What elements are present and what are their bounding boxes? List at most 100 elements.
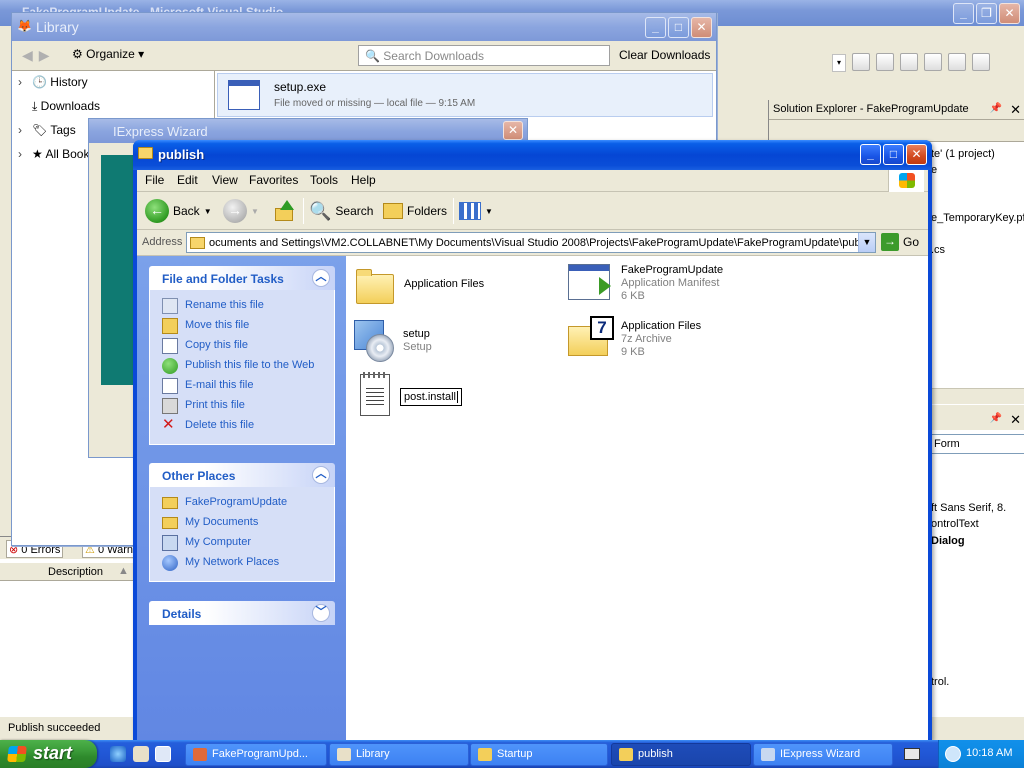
place-my-computer-link[interactable]: My Computer [150,533,334,553]
publish-web-link[interactable]: Publish this file to the Web [150,356,334,376]
address-label: Address [142,236,183,248]
expand-arrow-icon[interactable]: › [18,147,32,161]
file-folder-tasks-header[interactable]: File and Folder Tasks ︿ [149,266,335,290]
move-file-link[interactable]: Move this file [150,316,334,336]
manifest-icon [568,264,611,300]
task-button-publish[interactable]: publish [611,743,751,766]
back-button[interactable]: ← Back ▼ [145,198,212,224]
task-button-startup[interactable]: Startup [470,743,608,766]
keyboard-icon[interactable] [904,748,920,760]
toolbar-icon[interactable] [876,53,894,71]
solution-explorer-toolbar [769,120,1024,142]
folders-button[interactable]: Folders [383,198,447,224]
task-button-library[interactable]: Library [329,743,469,766]
download-item[interactable]: setup.exe File moved or missing — local … [217,73,713,117]
file-item-application-files-7z[interactable]: 7 Application Files 7z Archive 9 KB [568,316,768,362]
properties-object-combo[interactable]: Form [931,434,1024,454]
vs-restore-button[interactable]: ❐ [976,3,997,24]
up-folder-icon [273,200,295,222]
file-item-post-install[interactable]: post.install [360,372,540,420]
toolbar-icon[interactable] [948,53,966,71]
tray-notification-icon[interactable] [945,746,961,762]
expand-chevron-icon[interactable]: ﹀ [312,604,330,622]
chevron-down-icon[interactable]: ▼ [858,233,875,252]
print-file-link[interactable]: Print this file [150,396,334,416]
menu-help[interactable]: Help [351,173,376,187]
vs-minimize-button[interactable]: _ [953,3,974,24]
file-item-application-files-folder[interactable]: Application Files [356,266,536,306]
rename-input[interactable]: post.install [400,388,462,406]
minimize-button[interactable]: _ [860,144,881,165]
chevron-down-icon[interactable]: ▼ [485,207,493,216]
internet-explorer-icon[interactable] [110,746,126,762]
search-downloads-input[interactable]: 🔍 Search Downloads [358,45,610,66]
vs-close-button[interactable]: ✕ [999,3,1020,24]
menu-view[interactable]: View [212,173,238,187]
description-column-header[interactable]: Description [48,566,103,578]
collapse-chevron-icon[interactable]: ︿ [312,466,330,484]
file-size: 9 KB [621,346,645,358]
show-desktop-icon[interactable] [155,746,171,762]
expand-arrow-icon[interactable]: › [18,75,32,89]
place-my-documents-link[interactable]: My Documents [150,513,334,533]
place-network-link[interactable]: My Network Places [150,553,334,573]
place-fakeprogramupdate-link[interactable]: FakeProgramUpdate [150,493,334,513]
file-item-fakeprogramupdate-manifest[interactable]: FakeProgramUpdate Application Manifest 6… [568,264,768,308]
pane-close-icon[interactable]: ✕ [1010,102,1021,118]
task-button-iexpress[interactable]: IExpress Wizard [753,743,893,766]
library-close-button[interactable]: ✕ [691,17,712,38]
toolbar-icon[interactable] [972,53,990,71]
email-file-link[interactable]: E-mail this file [150,376,334,396]
vs-toolbar-dropdown[interactable]: ▾ [832,54,846,72]
menu-favorites[interactable]: Favorites [249,173,298,187]
solution-tree-item[interactable]: e_TemporaryKey.pfx [931,212,1024,224]
library-minimize-button[interactable]: _ [645,17,666,38]
other-places-header[interactable]: Other Places ︿ [149,463,335,487]
views-button[interactable]: ▼ [459,198,493,224]
pin-icon[interactable]: 📌 [990,103,1002,114]
maximize-button[interactable]: □ [883,144,904,165]
menu-file[interactable]: File [145,173,164,187]
delete-file-link[interactable]: ✕ Delete this file [150,416,334,436]
property-row[interactable]: ft Sans Serif, 8. [931,502,1009,514]
task-button-visual-studio[interactable]: FakeProgramUpd... [185,743,327,766]
collapse-chevron-icon[interactable]: ︿ [312,269,330,287]
start-button[interactable]: start [0,740,97,768]
sidebar-item-downloads[interactable]: ⤓ Downloads [32,99,100,119]
address-input[interactable]: ocuments and Settings\VM2.COLLABNET\My D… [186,232,876,253]
iexpress-close-button[interactable]: ✕ [503,121,523,140]
search-button[interactable]: 🔍 Search [309,198,373,224]
copy-file-link[interactable]: Copy this file [150,336,334,356]
property-row[interactable]: ontrolText [931,518,1009,530]
toolbar-icon[interactable] [900,53,918,71]
forward-button[interactable]: → ▼ [223,198,259,224]
library-back-forward-icon[interactable]: ◀▶ [22,47,56,64]
toolbar-icon[interactable] [852,53,870,71]
file-item-setup[interactable]: setup Setup [350,318,530,366]
organize-button[interactable]: ⚙ Organize ▾ [72,47,144,61]
clear-downloads-button[interactable]: Clear Downloads [619,48,710,62]
clock[interactable]: 10:18 AM [966,747,1012,759]
file-list-view: Application Files FakeProgramUpdate Appl… [346,256,928,740]
property-row[interactable]: Dialog [931,535,1009,547]
chevron-down-icon[interactable]: ▼ [204,207,212,216]
details-header[interactable]: Details ﹀ [149,601,335,625]
expand-arrow-icon[interactable]: › [18,123,32,137]
library-maximize-button[interactable]: □ [668,17,689,38]
sidebar-item-tags[interactable]: › 🏷 Tags [18,123,76,143]
solution-tree-item[interactable]: .cs [931,244,945,256]
pin-icon[interactable]: 📌 [990,413,1002,424]
rename-file-link[interactable]: Rename this file [150,296,334,316]
toolbar-icon[interactable] [924,53,942,71]
go-button[interactable]: → Go [881,233,919,251]
menu-tools[interactable]: Tools [310,173,338,187]
pane-close-icon[interactable]: ✕ [1010,412,1021,428]
folder-icon [619,748,633,761]
sidebar-item-history[interactable]: › 🕒 History [18,75,88,95]
solution-tree-item[interactable]: te' (1 project) [931,148,995,160]
menu-edit[interactable]: Edit [177,173,198,187]
up-folder-button[interactable] [273,198,295,224]
close-button[interactable]: ✕ [906,144,927,165]
quick-launch-icon[interactable] [133,746,149,762]
sidebar-item-all-bookmarks[interactable]: › ★ All Book [18,147,89,167]
